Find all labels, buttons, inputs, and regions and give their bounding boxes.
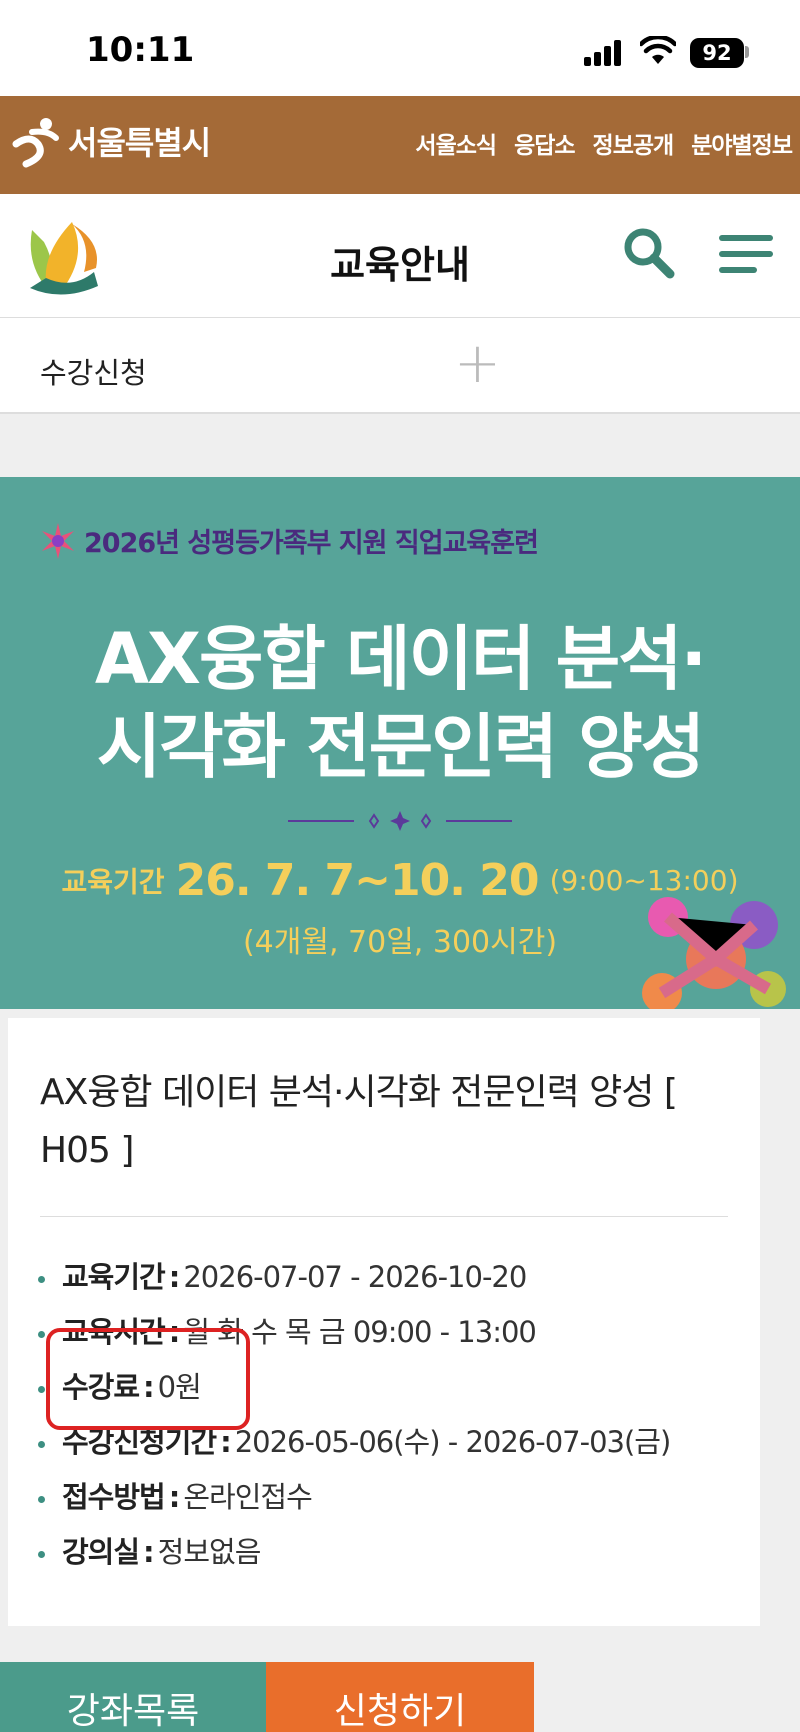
course-list-button[interactable]: 강좌목록 [0,1662,266,1732]
info-application-method: 접수방법: 온라인접수 [36,1470,670,1525]
info-value: 온라인접수 [183,1480,312,1514]
sparkle-icon [42,522,74,559]
seoul-nav: 서울소식 응답소 정보공개 분야별정보 [397,126,793,160]
nav-seoul-news[interactable]: 서울소식 [415,126,497,160]
info-label: 강의실 [62,1535,140,1569]
page-title: 교육안내 [330,243,470,287]
banner-period-label: 교육기간 [61,865,165,899]
banner-period-dates: 26. 7. 7~10. 20 [175,855,540,906]
nav-field-info[interactable]: 분야별정보 [691,126,793,160]
battery-icon: 92 [690,38,744,68]
info-label: 교육기간 [62,1260,166,1294]
course-banner: 2026년 성평등가족부 지원 직업교육훈련 AX융합 데이터 분석· 시각화 … [0,477,800,1009]
nav-info-disclosure[interactable]: 정보공개 [593,126,675,160]
info-label: 수강신청기간 [62,1425,217,1459]
seoul-logo-text: 서울특별시 [68,124,211,162]
registration-accordion[interactable]: 수강신청 + [0,318,800,414]
seoul-logo-icon [12,118,59,168]
course-card: AX융합 데이터 분석·시각화 전문인력 양성 [ H05 ] 교육기간:202… [8,1018,760,1626]
accordion-label: 수강신청 [40,356,147,390]
banner-subtitle-row: 2026년 성평등가족부 지원 직업교육훈련 [40,521,539,560]
banner-title: AX융합 데이터 분석· 시각화 전문인력 양성 [0,615,800,791]
molecule-decoration [642,897,786,1009]
banner-period-time: (9:00~13:00) [549,864,739,897]
wifi-icon [640,36,676,64]
apply-button[interactable]: 신청하기 [266,1662,534,1732]
fee-highlight-annotation [46,1328,250,1430]
info-classroom: 강의실: 정보없음 [36,1525,670,1580]
page-header: 교육안내 [0,194,800,318]
card-divider [40,1216,728,1217]
seoul-logo[interactable]: 서울특별시 [12,114,211,168]
plus-icon[interactable]: + [454,334,501,394]
info-label: 접수방법 [62,1480,166,1514]
info-value: 정보없음 [157,1535,262,1569]
seoul-top-bar: 서울특별시 서울소식 응답소 정보공개 분야별정보 [0,96,800,194]
battery-tip [745,46,749,58]
signal-icon [584,40,624,66]
nav-eungdapso[interactable]: 응답소 [514,126,575,160]
info-value: 2026-07-07 - 2026-10-20 [183,1260,527,1294]
banner-title-line2: 시각화 전문인력 양성 [96,706,705,788]
banner-subtitle: 2026년 성평등가족부 지원 직업교육훈련 [84,528,539,559]
status-bar: 10:11 92 [0,0,800,96]
course-title: AX융합 데이터 분석·시각화 전문인력 양성 [ H05 ] [40,1072,678,1171]
info-education-period: 교육기간:2026-07-07 - 2026-10-20 [36,1250,670,1305]
banner-divider [288,811,512,831]
search-icon[interactable] [620,224,676,280]
banner-title-line1: AX융합 데이터 분석· [94,618,707,700]
hamburger-menu-icon[interactable] [718,230,774,278]
info-value: 2026-05-06(수) - 2026-07-03(금) [234,1425,672,1459]
status-time: 10:11 [86,30,195,70]
